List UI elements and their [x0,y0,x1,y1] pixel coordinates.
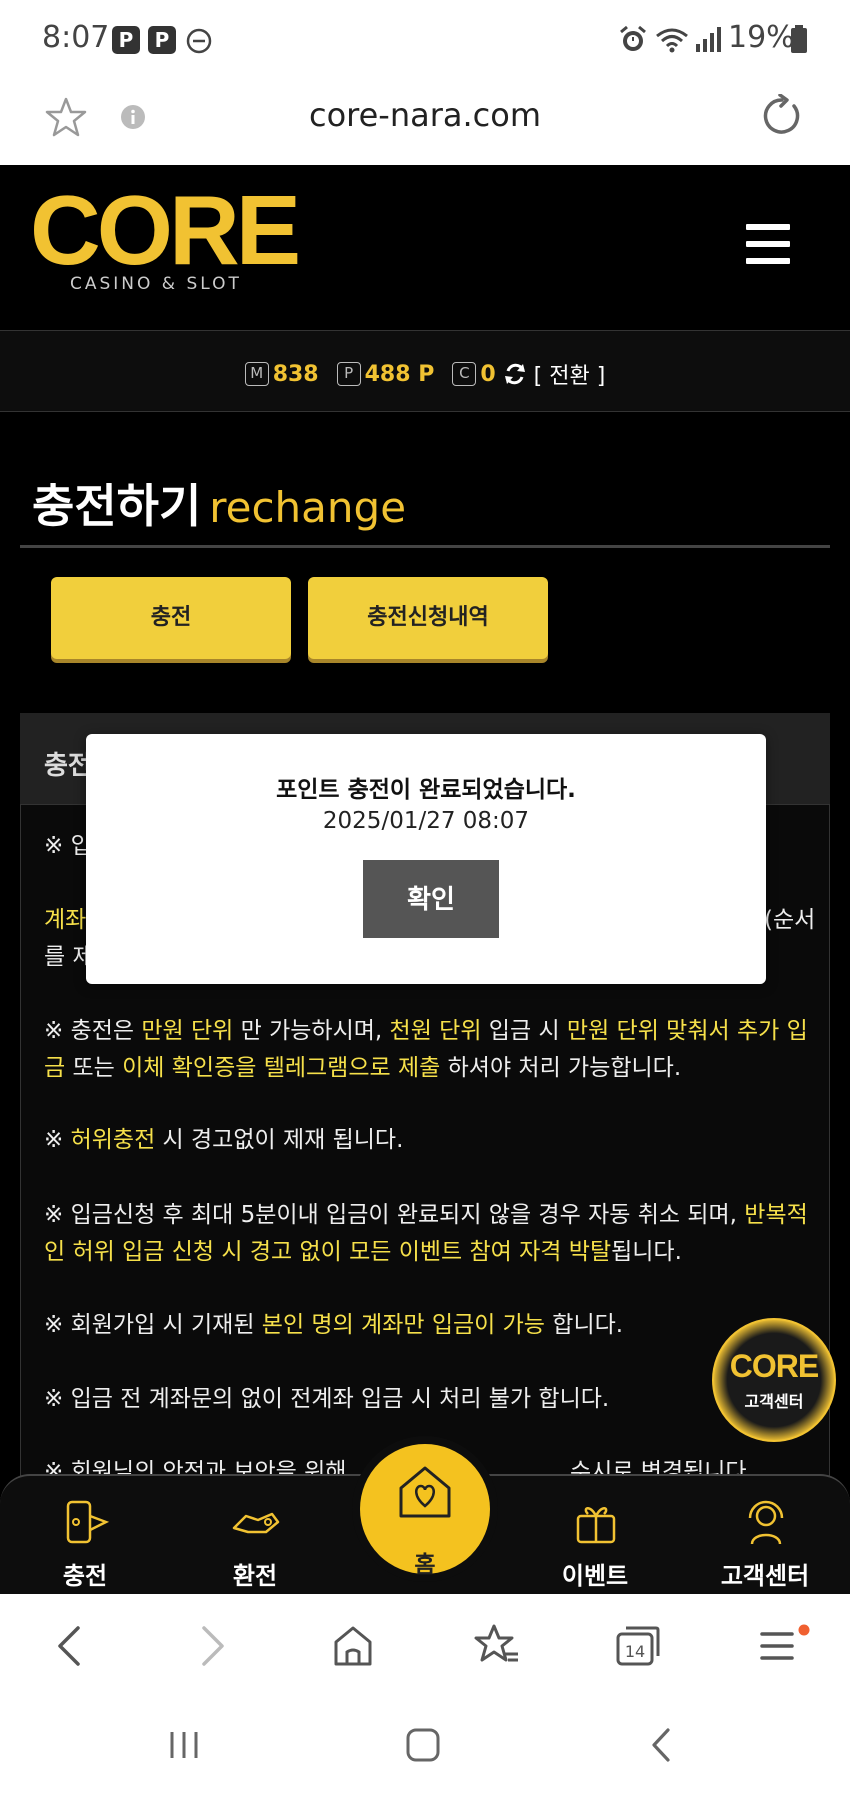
title-divider [20,545,830,548]
tabs-icon[interactable]: 14 [614,1624,662,1668]
signal-icon [696,27,721,52]
browser-toolbar [0,1594,850,1699]
page-title: 충전하기 rechange [32,470,406,536]
site-logo[interactable]: CORE [30,180,301,280]
balance-row: M 838 P 488 P C 0 [ 전환 ] [0,358,850,390]
charge-icon [66,1500,110,1544]
alert-message: 포인트 충전이 완료되었습니다. [276,777,576,803]
parking-notification-icon: P [112,26,140,54]
cs-float-label: 고객센터 [744,1392,804,1411]
browser-menu-icon[interactable] [758,1624,810,1668]
point-value: 488 P [364,361,435,387]
battery-icon [791,25,807,53]
confirm-button[interactable]: 확인 [363,860,499,938]
comp-icon: C [452,362,477,386]
home-button-icon[interactable] [404,1726,442,1764]
forward-icon[interactable] [198,1624,228,1668]
cs-float-logo: CORE [729,1348,819,1384]
exchange-icon [232,1512,280,1534]
comp-value: 0 [480,361,496,387]
url-text[interactable]: core-nara.com [0,96,850,134]
recent-apps-icon[interactable] [166,1728,202,1762]
money-value: 838 [272,361,319,387]
back-icon[interactable] [54,1624,84,1668]
reload-icon[interactable] [760,94,804,138]
point-icon: P [336,362,361,386]
panel-header-title: 충전 [44,751,92,781]
status-time: 8:07 [42,20,110,55]
tab-charge[interactable]: 충전 [51,577,291,659]
nav-home-label: 홈 [414,1552,436,1578]
battery-level: 19% [728,20,795,55]
tab-charge-history[interactable]: 충전신청내역 [308,577,548,659]
notice-6: ※ 회원가입 시 기재된 본인 명의 계좌만 입금이 가능 합니다. [44,1312,624,1338]
comp-balance: C 0 [452,361,496,387]
system-back-icon[interactable] [648,1726,674,1764]
site-logo-subtitle: CASINO & SLOT [70,274,242,294]
alert-datetime: 2025/01/27 08:07 [322,808,530,834]
bookmarks-icon[interactable] [474,1622,520,1668]
wifi-icon [656,28,688,53]
dnd-icon [186,28,212,54]
page-title-ko: 충전하기 [32,479,202,533]
parking-notification-icon-2: P [148,26,176,54]
home-heart-icon [399,1466,451,1518]
point-balance: P 488 P [336,361,435,387]
page-title-en: rechange [209,483,407,532]
refresh-icon[interactable] [502,361,528,387]
point-switch-button[interactable]: [ 전환 ] [534,358,606,390]
notice-3: ※ 충전은 만원 단위 만 가능하시며, 천원 단위 입금 시 만원 단위 맞춰… [44,1018,808,1081]
money-icon: M [244,362,269,386]
browser-home-icon[interactable] [332,1624,374,1668]
alarm-icon [620,25,646,51]
money-balance: M 838 [244,361,319,387]
hamburger-menu-icon[interactable] [746,224,790,264]
notice-5: ※ 입금신청 후 최대 5분이내 입금이 완료되지 않을 경우 자동 취소 되며… [44,1202,808,1265]
support-headset-icon [748,1500,784,1545]
tabs-count: 14 [625,1642,645,1661]
notice-4: ※ 허위충전 시 경고없이 제재 됩니다. [44,1127,404,1153]
notice-2-end: (순서 [764,907,816,933]
notice-7: ※ 입금 전 계좌문의 없이 전계좌 입금 시 처리 불가 합니다. [44,1386,610,1412]
gift-icon [576,1507,616,1544]
